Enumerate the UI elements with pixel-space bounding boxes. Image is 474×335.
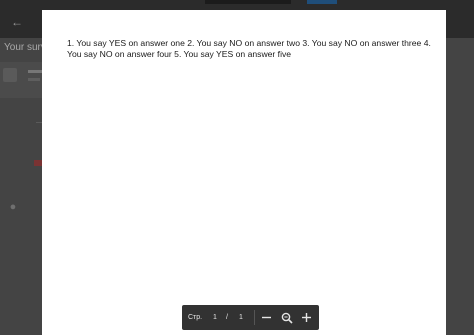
- back-arrow-icon[interactable]: ←: [11, 15, 25, 29]
- page-toolbar: Стр. / 1: [182, 305, 319, 330]
- page-separator: /: [226, 314, 228, 321]
- zoom-fit-button[interactable]: [278, 309, 295, 326]
- page-number-input[interactable]: [210, 311, 220, 324]
- header-button[interactable]: [205, 0, 291, 4]
- header-primary-button[interactable]: [307, 0, 337, 4]
- person-icon: ●: [9, 201, 17, 213]
- document-text: 1. You say YES on answer one 2. You say …: [67, 38, 431, 59]
- total-pages: 1: [239, 314, 243, 321]
- minus-icon: [262, 316, 271, 319]
- toolbar-divider: [254, 310, 255, 325]
- zoom-in-button[interactable]: [298, 309, 315, 326]
- background-title: Your surv: [4, 42, 44, 53]
- zoom-out-button[interactable]: [258, 309, 275, 326]
- magnifier-icon: [281, 312, 293, 324]
- document-page: 1. You say YES on answer one 2. You say …: [42, 10, 446, 335]
- card-text-line: [28, 78, 40, 81]
- plus-icon: [302, 313, 311, 322]
- status-badge: [34, 160, 42, 166]
- card-text-line: [28, 70, 42, 73]
- avatar: [3, 68, 17, 82]
- page-label: Стр.: [188, 314, 203, 321]
